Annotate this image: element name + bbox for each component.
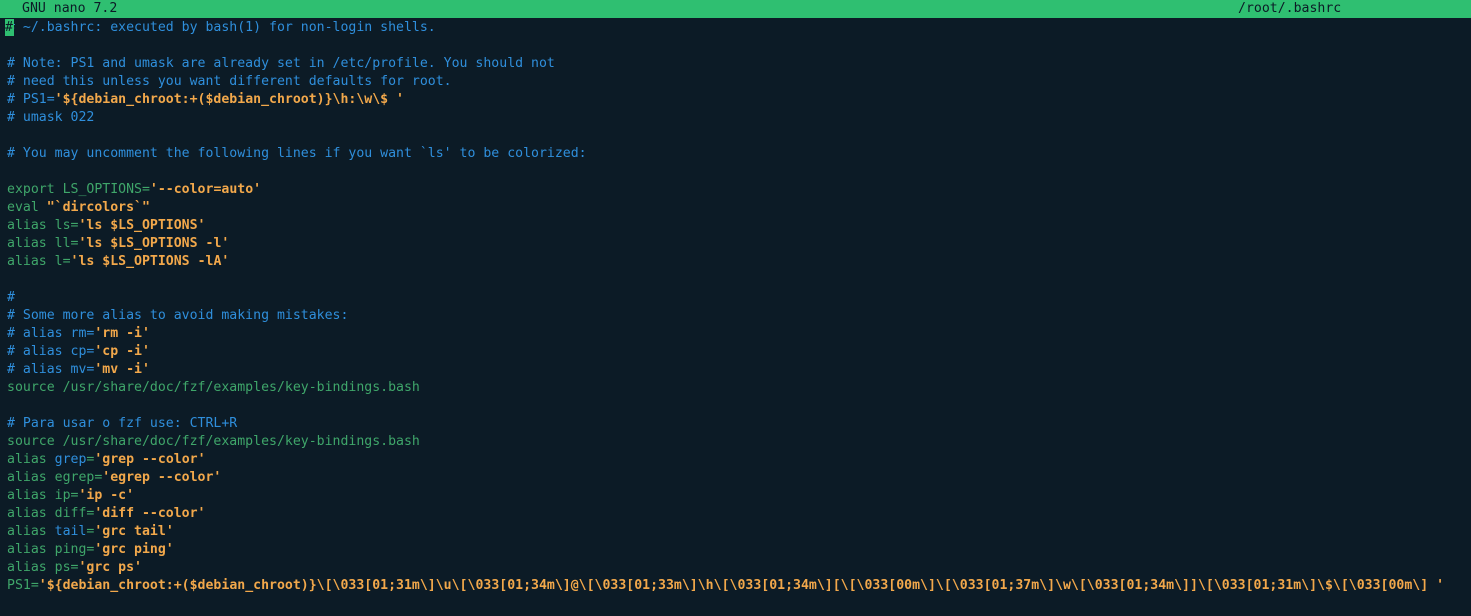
code-token: # umask 022 (7, 110, 95, 125)
editor-line[interactable]: ​ (7, 271, 1471, 289)
editor-line[interactable]: alias l='ls $LS_OPTIONS -lA' (7, 253, 1471, 271)
code-token: 'egrep --color' (102, 470, 222, 485)
code-token: source /usr/share/doc/fzf/examples/key-b… (7, 380, 420, 395)
editor-line[interactable]: # alias rm='rm -i' (7, 325, 1471, 343)
editor-line[interactable]: # Note: PS1 and umask are already set in… (7, 55, 1471, 73)
code-token: alias ps= (7, 560, 79, 575)
code-token: # alias rm= (7, 326, 95, 341)
code-token: source /usr/share/doc/fzf/examples/key-b… (7, 434, 420, 449)
editor-line[interactable]: source /usr/share/doc/fzf/examples/key-b… (7, 379, 1471, 397)
code-token: 'rm -i' (94, 326, 150, 341)
editor-line[interactable]: export LS_OPTIONS='--color=auto' (7, 181, 1471, 199)
code-token: 'grc tail' (94, 524, 174, 539)
code-token: '${debian_chroot:+($debian_chroot)}\[\03… (38, 578, 1445, 593)
code-token: 'ls $LS_OPTIONS -l' (78, 236, 230, 251)
code-token: 'ip -c' (78, 488, 135, 503)
code-token: 'diff --color' (94, 506, 206, 521)
editor-line[interactable]: alias ll='ls $LS_OPTIONS -l' (7, 235, 1471, 253)
code-token: 'mv -i' (94, 362, 150, 377)
editor-line[interactable]: alias ip='ip -c' (7, 487, 1471, 505)
text-cursor: # (5, 19, 14, 36)
nano-titlebar: GNU nano 7.2 /root/.bashrc (0, 0, 1471, 18)
editor-line[interactable]: eval "`dircolors`" (7, 199, 1471, 217)
editor-line[interactable]: # Some more alias to avoid making mistak… (7, 307, 1471, 325)
code-token: alias ip= (7, 488, 79, 503)
editor-line[interactable]: alias grep='grep --color' (7, 451, 1471, 469)
code-token: 'grep --color' (94, 452, 206, 467)
code-token: alias ping= (7, 542, 95, 557)
code-token: # alias cp= (7, 344, 95, 359)
code-token: # You may uncomment the following lines … (7, 146, 587, 161)
editor-line[interactable]: ​ (7, 37, 1471, 55)
code-token: grep (54, 452, 87, 467)
editor-line[interactable]: ​ (7, 127, 1471, 145)
editor-line[interactable]: # umask 022 (7, 109, 1471, 127)
editor-line[interactable]: source /usr/share/doc/fzf/examples/key-b… (7, 433, 1471, 451)
editor-line[interactable]: # need this unless you want different de… (7, 73, 1471, 91)
editor-line[interactable]: # You may uncomment the following lines … (7, 145, 1471, 163)
editor-line[interactable]: ​ (7, 163, 1471, 181)
code-token: # alias mv= (7, 362, 95, 377)
code-token: alias egrep= (7, 470, 103, 485)
code-token: # ~/.bashrc: executed by bash(1) for non… (7, 20, 436, 35)
code-token: alias l= (7, 254, 71, 269)
code-token: alias ll= (7, 236, 79, 251)
code-token: # Some more alias to avoid making mistak… (7, 308, 349, 323)
editor-line[interactable]: alias ping='grc ping' (7, 541, 1471, 559)
editor-line[interactable]: # PS1='${debian_chroot:+($debian_chroot)… (7, 91, 1471, 109)
code-token: # PS1= (7, 92, 55, 107)
code-token: 'cp -i' (94, 344, 150, 359)
editor-line[interactable]: # ~/.bashrc: executed by bash(1) for non… (7, 19, 1471, 37)
code-token: alias diff= (7, 506, 95, 521)
code-token: '${debian_chroot:+($debian_chroot)}\h:\w… (54, 92, 404, 107)
text-editor-area[interactable]: # ~/.bashrc: executed by bash(1) for non… (7, 19, 1471, 599)
code-token: 'ls $LS_OPTIONS' (78, 218, 206, 233)
code-token: tail (54, 524, 87, 539)
code-token: alias (7, 452, 55, 467)
editor-line[interactable]: # Para usar o fzf use: CTRL+R (7, 415, 1471, 433)
editor-line[interactable]: alias ps='grc ps' (7, 559, 1471, 577)
code-token: 'grc ping' (94, 542, 174, 557)
code-token: alias ls= (7, 218, 79, 233)
code-token: # (7, 290, 15, 305)
editor-line[interactable]: # alias mv='mv -i' (7, 361, 1471, 379)
code-token: 'grc ps' (78, 560, 142, 575)
cursor-character: # (5, 20, 13, 35)
editor-line[interactable]: # (7, 289, 1471, 307)
code-token: alias (7, 524, 55, 539)
editor-line[interactable]: alias ls='ls $LS_OPTIONS' (7, 217, 1471, 235)
code-token: eval (7, 200, 47, 215)
code-token: PS1= (7, 578, 39, 593)
file-path-label: /root/.bashrc (1238, 1, 1342, 16)
editor-line[interactable]: alias diff='diff --color' (7, 505, 1471, 523)
code-token: # need this unless you want different de… (7, 74, 452, 89)
code-token: '--color=auto' (149, 182, 262, 197)
code-token: export LS_OPTIONS= (7, 182, 150, 197)
editor-version-label: GNU nano 7.2 (22, 1, 118, 16)
editor-line[interactable]: ​ (7, 397, 1471, 415)
code-token: "`dircolors`" (46, 200, 150, 215)
editor-line[interactable]: alias tail='grc tail' (7, 523, 1471, 541)
editor-line[interactable]: # alias cp='cp -i' (7, 343, 1471, 361)
editor-line[interactable]: PS1='${debian_chroot:+($debian_chroot)}\… (7, 577, 1471, 595)
code-token: 'ls $LS_OPTIONS -lA' (70, 254, 230, 269)
editor-line[interactable]: alias egrep='egrep --color' (7, 469, 1471, 487)
code-token: # Para usar o fzf use: CTRL+R (7, 416, 238, 431)
code-token: # Note: PS1 and umask are already set in… (7, 56, 555, 71)
